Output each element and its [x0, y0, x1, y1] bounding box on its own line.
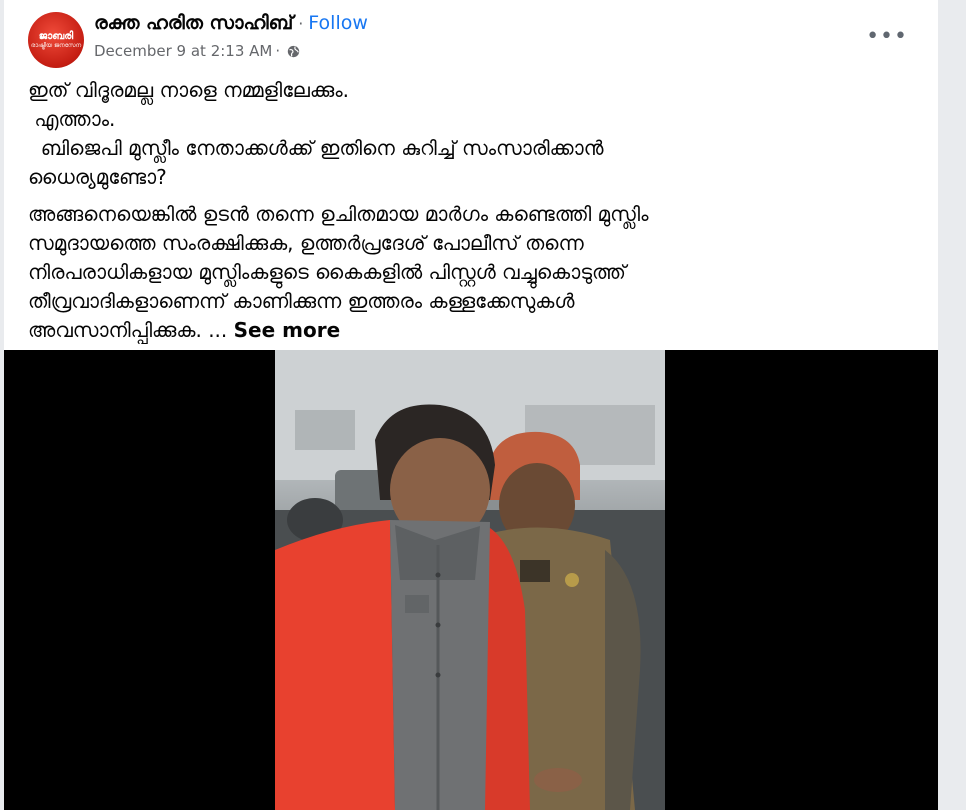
post-timestamp[interactable]: December 9 at 2:13 AM [94, 42, 272, 60]
follow-button[interactable]: Follow [308, 12, 368, 34]
see-more-link[interactable]: See more [234, 318, 341, 342]
post-paragraph-2: അങ്ങനെയെങ്കിൽ ഉടൻ തന്നെ ഉചിതമായ മാർഗം കണ… [28, 200, 908, 345]
avatar-logo-text: ജാബരി [38, 31, 74, 42]
video-still-image [275, 350, 665, 810]
more-options-button[interactable]: ••• [866, 24, 908, 49]
page-avatar[interactable]: ജാബരി രാഷ്ട്രീയ ജനസേന [28, 12, 84, 68]
post-text: ഇത് വിദൂരമല്ല നാളെ നമ്മളിലേക്കും. എത്താം… [28, 76, 908, 345]
post-meta: December 9 at 2:13 AM · [94, 42, 300, 60]
avatar-logo-subtext: രാഷ്ട്രീയ ജനസേന [30, 42, 82, 49]
video-frame [275, 350, 665, 810]
meta-separator: · [275, 42, 281, 60]
post-paragraph-1: ഇത് വിദൂരമല്ല നാളെ നമ്മളിലേക്കും. എത്താം… [28, 78, 604, 189]
post-header: രക്ത ഹരിത സാഹിബ് · Follow [94, 12, 368, 34]
header-separator: · [298, 13, 304, 33]
globe-icon [287, 45, 300, 57]
page-name-link[interactable]: രക്ത ഹരിത സാഹിബ് [94, 12, 293, 34]
post-card: ജാബരി രാഷ്ട്രീയ ജനസേന രക്ത ഹരിത സാഹിബ് ·… [4, 0, 938, 810]
video-player[interactable] [4, 350, 938, 810]
